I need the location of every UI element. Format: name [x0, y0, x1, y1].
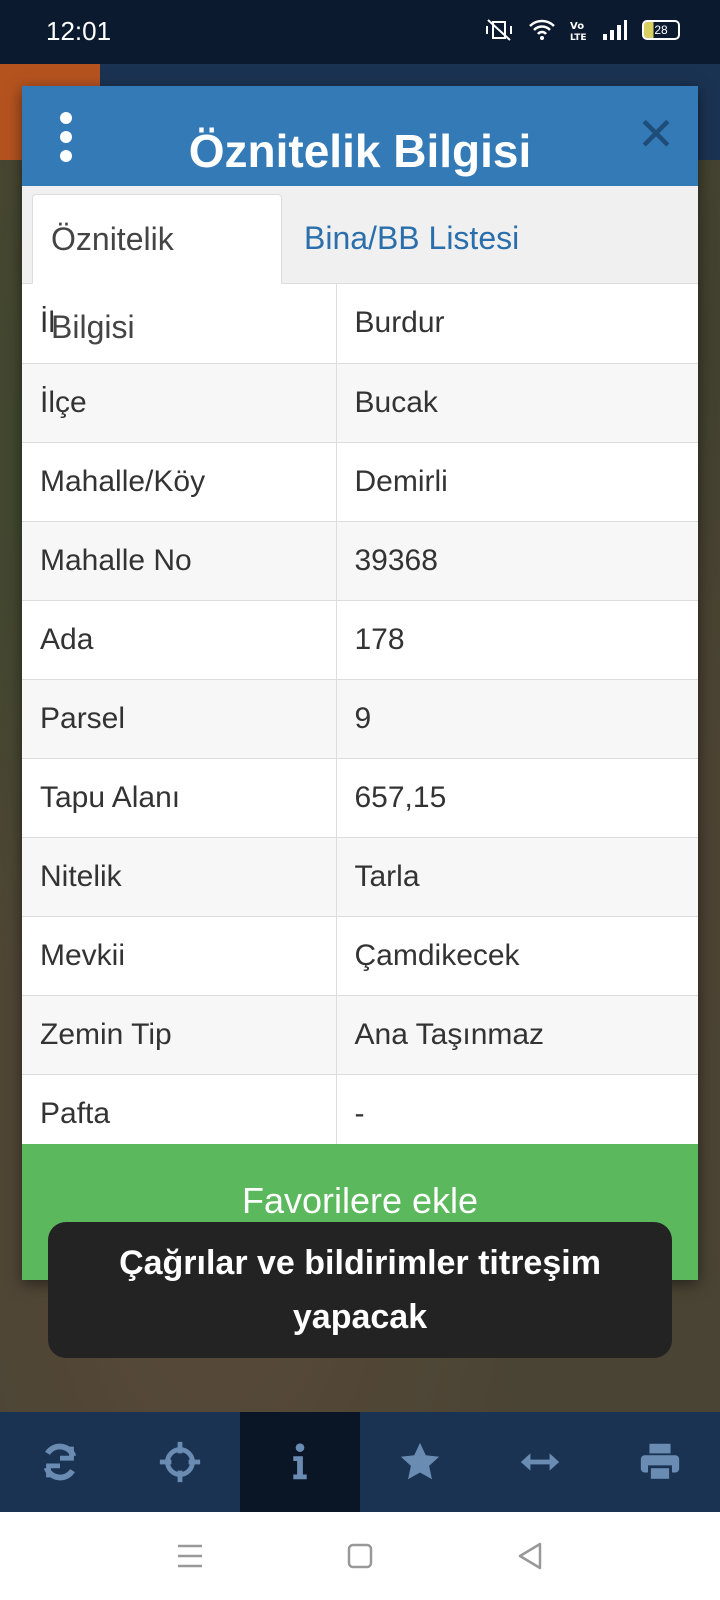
- status-time: 12:01: [46, 16, 112, 46]
- table-row: Parsel 9: [22, 679, 698, 759]
- status-bar: 12:01 Vo LTE 28: [0, 0, 720, 64]
- table-row: İlçe Bucak: [22, 363, 698, 443]
- attribute-name: Tapu Alanı: [22, 758, 337, 838]
- print-button[interactable]: [600, 1412, 720, 1512]
- attribute-name: Mahalle No: [22, 521, 337, 601]
- attribute-value: Burdur: [336, 284, 698, 364]
- attribute-name: Zemin Tip: [22, 995, 337, 1075]
- signal-icon: [603, 20, 627, 40]
- vibrate-off-icon: [486, 19, 512, 41]
- tab-building-list[interactable]: Bina/BB Listesi: [286, 194, 537, 284]
- dialog-title: Öznitelik Bilgisi: [188, 125, 532, 177]
- table-row: Mahalle No 39368: [22, 521, 698, 601]
- attribute-name: Ada: [22, 600, 337, 680]
- toast-message: Çağrılar ve bildirimler titreşim yapacak: [48, 1222, 672, 1358]
- attribute-value: 39368: [336, 521, 698, 601]
- crosshair-icon: [159, 1441, 201, 1483]
- table-row: Zemin Tip Ana Taşınmaz: [22, 995, 698, 1075]
- dialog-tabs: Öznitelik Bilgisi Bina/BB Listesi: [22, 186, 698, 345]
- attribute-name: Nitelik: [22, 837, 337, 917]
- bottom-toolbar: [0, 1412, 720, 1512]
- status-icons: Vo LTE 28: [484, 18, 680, 42]
- attribute-value: Çamdikecek: [336, 916, 698, 996]
- home-icon[interactable]: [340, 1536, 380, 1576]
- attribute-name: İlçe: [22, 363, 337, 443]
- attribute-name: Parsel: [22, 679, 337, 759]
- table-row: Mevkii Çamdikecek: [22, 916, 698, 996]
- attribute-name: Pafta: [22, 1074, 337, 1154]
- table-row: Pafta -: [22, 1074, 698, 1154]
- table-row: Mahalle/Köy Demirli: [22, 442, 698, 522]
- attribute-value: -: [336, 1074, 698, 1154]
- table-row: Nitelik Tarla: [22, 837, 698, 917]
- svg-text:Vo: Vo: [570, 21, 584, 32]
- info-icon: [293, 1443, 307, 1480]
- info-button[interactable]: [240, 1412, 360, 1512]
- close-icon[interactable]: ✕: [634, 111, 678, 157]
- attribute-value: Bucak: [336, 363, 698, 443]
- toast-line-2: yapacak: [292, 1298, 428, 1336]
- print-icon: [640, 1443, 680, 1482]
- attribute-value: 657,15: [336, 758, 698, 838]
- recent-apps-icon[interactable]: [170, 1536, 210, 1576]
- refresh-button[interactable]: [0, 1412, 120, 1512]
- locate-button[interactable]: [120, 1412, 240, 1512]
- measure-button[interactable]: [480, 1412, 600, 1512]
- attribute-dialog: Öznitelik Bilgisi ✕ Öznitelik Bilgisi Bi…: [22, 86, 698, 1280]
- favorites-button[interactable]: [360, 1412, 480, 1512]
- battery-icon: 28: [642, 20, 680, 40]
- volte-icon: VoLTE: [570, 21, 587, 42]
- attribute-value: 9: [336, 679, 698, 759]
- arrows-horizontal-icon: [520, 1453, 560, 1471]
- attribute-name: Mahalle/Köy: [22, 442, 337, 522]
- system-nav-bar: [0, 1512, 720, 1600]
- attribute-value: Demirli: [336, 442, 698, 522]
- attribute-value: Ana Taşınmaz: [336, 995, 698, 1075]
- attribute-table: İl Burdur İlçe Bucak Mahalle/Köy Demirli Mahal…: [22, 284, 698, 1154]
- toast-line-1: Çağrılar ve bildirimler titreşim: [119, 1244, 601, 1282]
- back-icon[interactable]: [510, 1536, 550, 1576]
- dialog-header: Öznitelik Bilgisi ✕: [22, 86, 698, 186]
- table-row: Tapu Alanı 657,15: [22, 758, 698, 838]
- attribute-value: 178: [336, 600, 698, 680]
- attribute-name: Mevkii: [22, 916, 337, 996]
- star-icon: [400, 1442, 440, 1480]
- attribute-value: Tarla: [336, 837, 698, 917]
- svg-text:LTE: LTE: [570, 33, 587, 42]
- refresh-icon: [43, 1443, 77, 1481]
- tab-attribute-info[interactable]: Öznitelik Bilgisi: [32, 194, 282, 345]
- table-row: Ada 178: [22, 600, 698, 680]
- wifi-icon: [529, 19, 555, 40]
